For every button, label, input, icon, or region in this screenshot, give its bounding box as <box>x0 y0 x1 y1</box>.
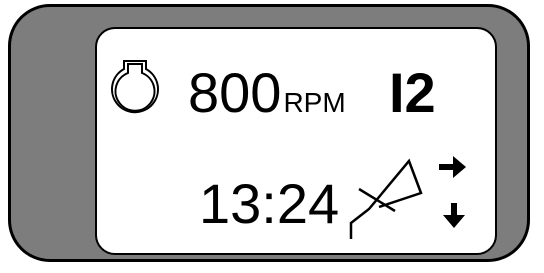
engine-oil-cap-icon <box>111 60 159 114</box>
arrow-right-icon <box>439 156 466 178</box>
lcd-screen: 800RPM I2 13:24 <box>95 27 497 255</box>
display-bezel: 800RPM I2 13:24 <box>8 4 530 262</box>
rpm-value: 800 <box>188 61 282 124</box>
rpm-readout: 800RPM <box>188 65 346 121</box>
clock: 13:24 <box>199 172 340 235</box>
hitch-arm-icon <box>349 158 423 239</box>
gear-indicator: I2 <box>389 61 436 124</box>
rpm-unit: RPM <box>283 87 346 118</box>
arrow-down-icon <box>443 203 465 228</box>
